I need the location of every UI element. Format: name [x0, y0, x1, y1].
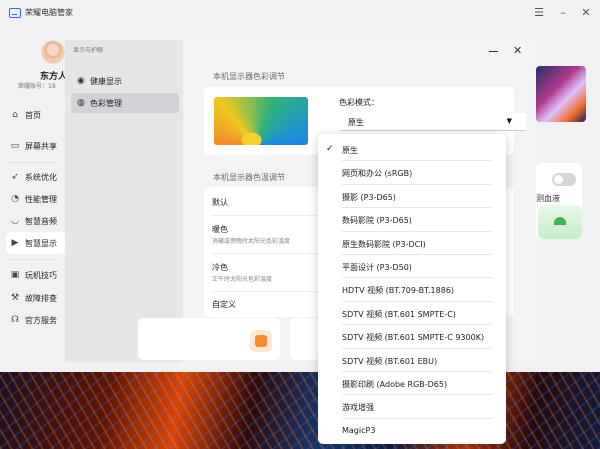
temp-row-desc: 正午时太阳光色彩温度	[212, 276, 273, 283]
panel-close-icon[interactable]: ✕	[513, 44, 522, 57]
color-mode-option[interactable]: HDTV 视频 (BT.709-BT.1886)	[318, 278, 506, 302]
sidebar-divider	[8, 162, 58, 163]
subnav-label: 色彩管理	[90, 99, 122, 108]
temp-section-title: 本机显示器色温调节	[213, 173, 285, 182]
temp-row-title: 默认	[212, 198, 228, 207]
option-label: SDTV 视频 (BT.601 EBU)	[342, 356, 438, 366]
option-label: SDTV 视频 (BT.601 SMPTE-C)	[342, 309, 456, 319]
subnav-label: 健康显示	[90, 77, 122, 86]
color-section-title: 本机显示器色彩调节	[213, 72, 285, 81]
sidebar-item-service[interactable]: ☊ 官方服务	[6, 309, 65, 331]
sidebar-item-label: 首页	[25, 111, 41, 120]
color-mode-option[interactable]: 原生数码影院 (P3-DCI)	[318, 232, 506, 255]
feature-card[interactable]	[290, 318, 320, 360]
option-label: SDTV 视频 (BT.601 SMPTE-C 9300K)	[342, 333, 485, 343]
rocket-icon: ➶	[11, 172, 19, 182]
color-mode-option[interactable]: SDTV 视频 (BT.601 EBU)	[318, 349, 506, 372]
sunrise-icon	[554, 217, 566, 225]
option-label: MagicP3	[342, 425, 376, 435]
color-mode-select[interactable]: 原生 ▼	[340, 113, 526, 131]
color-mode-option[interactable]: 摄影 (P3-D65)	[318, 185, 506, 209]
color-mode-option[interactable]: ✓ 原生	[318, 138, 506, 162]
option-label: 网页和办公 (sRGB)	[342, 169, 413, 179]
color-mode-option[interactable]: 网页和办公 (sRGB)	[318, 161, 506, 185]
temp-row-desc: 消藏或傍晚时太阳光色彩温度	[212, 238, 291, 245]
option-label: 原生	[342, 146, 358, 155]
sidebar-item-label: 故障排查	[25, 294, 57, 303]
display-subpanel: 显示与护眼 ◉ 健康显示 ◍ 色彩管理	[65, 40, 183, 362]
color-mode-label: 色彩模式：	[339, 98, 379, 107]
check-icon: ✓	[326, 144, 334, 154]
sidebar-item-label: 官方服务	[25, 316, 57, 325]
headphones-icon: ◡	[11, 216, 19, 226]
service-icon: ☊	[11, 315, 19, 325]
minimize-button[interactable]: –	[556, 6, 570, 20]
palette-icon: ◍	[77, 98, 85, 108]
wallpaper-thumbnail[interactable]	[536, 66, 586, 122]
color-mode-option[interactable]: 游戏增强	[318, 395, 506, 419]
feature-card[interactable]	[138, 318, 280, 360]
app-icon	[250, 330, 272, 352]
home-icon: ⌂	[12, 110, 18, 120]
sidebar-item-label: 性能管理	[25, 195, 57, 204]
tips-icon: ▣	[10, 270, 20, 280]
display-icon: ▶	[11, 238, 19, 248]
sidebar-item-display[interactable]: ▶ 智慧显示	[6, 232, 65, 254]
option-label: 摄影 (P3-D65)	[342, 192, 396, 202]
title-bar: 荣耀电脑管家 ☰ – ✕	[0, 0, 600, 26]
color-mode-value: 原生	[348, 118, 364, 127]
color-mode-dropdown: ✓ 原生网页和办公 (sRGB) 摄影 (P3-D65) 数码影院 (P3-D65) 原…	[318, 134, 506, 444]
color-mode-option[interactable]: 平面设计 (P3-D50)	[318, 255, 506, 279]
app-title: 荣耀电脑管家	[25, 8, 73, 17]
color-mode-option[interactable]: MagicP3	[318, 419, 506, 442]
color-mode-option[interactable]: 摄影印刷 (Adobe RGB-D65)	[318, 372, 506, 396]
wrench-icon: ⚒	[10, 293, 20, 303]
temp-row-title: 暖色	[212, 225, 228, 234]
app-window: 荣耀电脑管家 ☰ – ✕ 东方人 荣耀账号：18 ⌂ 首页 ▭ 屏幕共享 ➶ 系统优化 ◔ 性…	[0, 0, 600, 372]
sidebar-item-label: 玩机技巧	[25, 271, 57, 280]
panel-minimize-button[interactable]	[489, 51, 498, 52]
option-label: 原生数码影院 (P3-DCI)	[342, 239, 426, 249]
sidebar-item-performance[interactable]: ◔ 性能管理	[6, 188, 65, 210]
dropdown-arrow-icon: ▼	[506, 117, 512, 125]
sidebar-item-rocket[interactable]: ➶ 系统优化	[6, 166, 65, 188]
subpanel-crumb: 显示与护眼	[73, 47, 104, 54]
subnav-item-health-display[interactable]: ◉ 健康显示	[71, 71, 179, 91]
temp-row-title: 自定义	[212, 300, 236, 309]
performance-icon: ◔	[11, 194, 19, 204]
option-label: 游戏增强	[342, 403, 374, 413]
sidebar-divider	[8, 259, 58, 260]
temp-row-title: 冷色	[212, 263, 228, 272]
color-mode-option[interactable]: SDTV 视频 (BT.601 SMPTE-C)	[318, 302, 506, 326]
option-label: HDTV 视频 (BT.709-BT.1886)	[342, 286, 455, 296]
subnav-item-color-management[interactable]: ◍ 色彩管理	[71, 93, 179, 113]
sidebar-item-wrench[interactable]: ⚒ 故障排查	[6, 287, 65, 309]
app-logo-icon	[9, 8, 21, 18]
sidebar-item-headphones[interactable]: ◡ 智慧音频	[6, 210, 65, 232]
option-label: 数码影院 (P3-D65)	[342, 216, 412, 226]
color-mode-option[interactable]: 数码影院 (P3-D65)	[318, 208, 506, 232]
eye-icon: ◉	[77, 76, 85, 86]
sidebar-item-home[interactable]: ⌂ 首页	[6, 104, 65, 126]
option-label: 摄影印刷 (Adobe RGB-D65)	[342, 380, 448, 389]
color-preview-image	[214, 97, 308, 145]
option-label: 平面设计 (P3-D50)	[342, 263, 412, 272]
avatar[interactable]	[41, 40, 65, 64]
sidebar-item-label: 系统优化	[25, 173, 57, 182]
sidebar-item-label: 屏幕共享	[25, 142, 57, 151]
color-mode-option[interactable]: SDTV 视频 (BT.601 SMPTE-C 9300K)	[318, 325, 506, 349]
menu-icon[interactable]: ☰	[532, 6, 546, 20]
screen-share-icon: ▭	[10, 141, 20, 151]
health-widget-label: 测血液	[536, 194, 560, 203]
desktop-wallpaper	[0, 372, 600, 449]
sidebar-item-tips[interactable]: ▣ 玩机技巧	[6, 264, 65, 286]
sidebar-item-label: 智慧音频	[25, 217, 57, 226]
eye-comfort-card[interactable]	[538, 205, 582, 239]
health-toggle[interactable]	[552, 173, 576, 186]
close-button[interactable]: ✕	[579, 6, 593, 20]
sidebar-item-screen-share[interactable]: ▭ 屏幕共享	[6, 135, 65, 157]
sidebar-item-label: 智慧显示	[25, 239, 57, 248]
